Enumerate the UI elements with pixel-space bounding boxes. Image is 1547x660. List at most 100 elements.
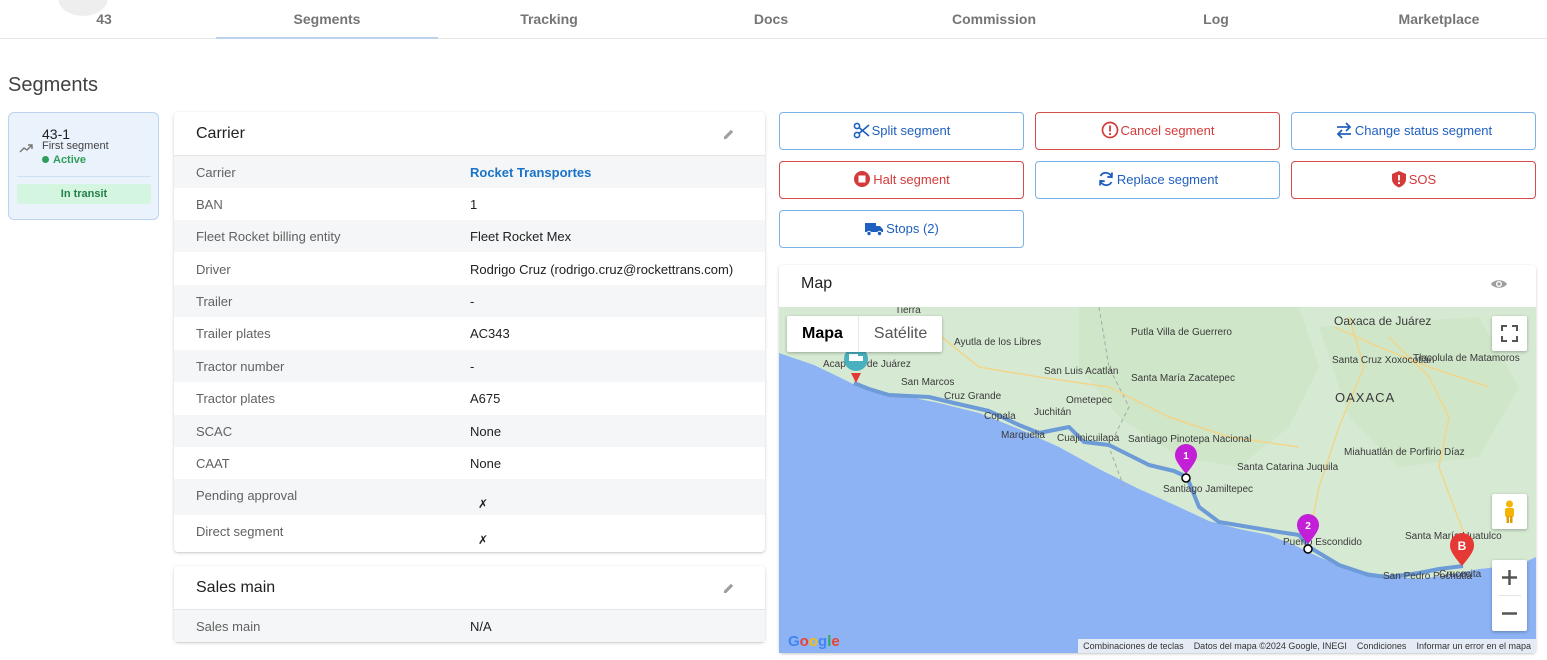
field-value: Rodrigo Cruz (rodrigo.cruz@rockettrans.c… bbox=[470, 262, 734, 277]
tab-tracking[interactable]: Tracking bbox=[438, 0, 660, 39]
cross-icon: ✗ bbox=[478, 497, 489, 511]
field-row-caat: CAAT None bbox=[174, 447, 765, 479]
field-label: Carrier bbox=[196, 165, 236, 180]
segment-subtitle: First segment bbox=[42, 140, 109, 152]
fullscreen-button[interactable] bbox=[1492, 316, 1527, 351]
field-value: N/A bbox=[470, 619, 492, 634]
pencil-icon[interactable] bbox=[723, 128, 735, 140]
pegman-icon bbox=[1505, 500, 1514, 523]
map-label: Santa Catarina Juquila bbox=[1237, 462, 1339, 473]
cancel-segment-button[interactable]: Cancel segment bbox=[1035, 112, 1280, 150]
route-map[interactable]: Tierra Ayutla de los Libres Putla Villa … bbox=[779, 307, 1536, 653]
map-canvas: Tierra Ayutla de los Libres Putla Villa … bbox=[779, 307, 1536, 582]
field-label: Tractor plates bbox=[196, 391, 275, 406]
svg-text:2: 2 bbox=[1305, 521, 1311, 532]
map-type-toggle: Mapa Satélite bbox=[787, 316, 943, 352]
map-type-map-button[interactable]: Mapa bbox=[787, 316, 858, 352]
stop-circle-icon bbox=[854, 171, 871, 187]
page-title: Segments bbox=[8, 74, 99, 96]
stops-button[interactable]: Stops (2) bbox=[779, 210, 1024, 248]
map-panel-title: Map bbox=[801, 275, 833, 292]
map-label: Ayutla de los Libres bbox=[954, 337, 1041, 348]
field-label: Pending approval bbox=[196, 488, 298, 503]
map-label: Ometepec bbox=[1066, 395, 1112, 406]
map-label: Tierra bbox=[895, 307, 921, 316]
field-label: Trailer plates bbox=[196, 326, 271, 341]
field-value: AC343 bbox=[470, 326, 510, 341]
field-row-direct-segment: Direct segment ✗ bbox=[174, 515, 765, 551]
replace-segment-label: Replace segment bbox=[1116, 172, 1219, 187]
pencil-icon[interactable] bbox=[723, 582, 735, 594]
field-row-billing-entity: Fleet Rocket billing entity Fleet Rocket… bbox=[174, 220, 765, 252]
field-label: Direct segment bbox=[196, 524, 284, 539]
tab-docs[interactable]: Docs bbox=[660, 0, 882, 39]
field-label: Tractor number bbox=[196, 359, 285, 374]
field-row-trailer-plates: Trailer plates AC343 bbox=[174, 317, 765, 349]
field-label: Sales main bbox=[196, 619, 261, 634]
field-label: Driver bbox=[196, 262, 231, 277]
terms-link[interactable]: Condiciones bbox=[1352, 641, 1412, 651]
carrier-panel-title: Carrier bbox=[196, 125, 245, 142]
field-row-carrier: Carrier Rocket Transportes bbox=[174, 156, 765, 188]
map-label: Cruz Grande bbox=[944, 391, 1002, 402]
top-tabs: 43 Segments Tracking Docs Commission Log… bbox=[0, 0, 1547, 39]
street-view-button[interactable] bbox=[1492, 494, 1527, 529]
tab-segments[interactable]: Segments bbox=[216, 0, 438, 39]
field-row-pending-approval: Pending approval ✗ bbox=[174, 479, 765, 515]
field-label: BAN bbox=[196, 197, 223, 212]
map-label: San Luis Acatlán bbox=[1044, 366, 1119, 377]
segment-divider bbox=[17, 176, 151, 177]
svg-text:B: B bbox=[1458, 539, 1467, 553]
map-label: Putla Villa de Guerrero bbox=[1131, 327, 1232, 338]
report-error-link[interactable]: Informar un error en el mapa bbox=[1411, 641, 1536, 651]
change-status-label: Change status segment bbox=[1354, 123, 1493, 138]
map-label: Puerto Escondido bbox=[1283, 537, 1362, 548]
map-type-satellite-button[interactable]: Satélite bbox=[857, 316, 942, 352]
map-label: Crucecita bbox=[1439, 569, 1482, 580]
zoom-in-button[interactable] bbox=[1492, 560, 1527, 595]
sos-button[interactable]: SOS bbox=[1291, 161, 1536, 199]
svg-text:1: 1 bbox=[1183, 451, 1189, 462]
keyboard-shortcuts-link[interactable]: Combinaciones de teclas bbox=[1078, 641, 1189, 651]
map-label: Miahuatlán de Porfirio Díaz bbox=[1344, 447, 1465, 458]
segment-status: Active bbox=[42, 154, 86, 166]
tab-order[interactable]: 43 bbox=[0, 0, 215, 39]
field-row-sales-main: Sales main N/A bbox=[174, 610, 765, 642]
replace-segment-button[interactable]: Replace segment bbox=[1035, 161, 1280, 199]
fullscreen-icon bbox=[1501, 325, 1518, 342]
map-label: Cuajinicuilapa bbox=[1057, 433, 1120, 444]
cancel-segment-label: Cancel segment bbox=[1120, 123, 1215, 138]
cross-icon: ✗ bbox=[478, 533, 489, 547]
map-label: OAXACA bbox=[1335, 390, 1395, 405]
google-logo: Google bbox=[788, 633, 840, 650]
map-label: Santa María Zacatepec bbox=[1131, 373, 1235, 384]
refresh-icon bbox=[1099, 171, 1113, 187]
tab-log[interactable]: Log bbox=[1105, 0, 1327, 39]
tab-marketplace[interactable]: Marketplace bbox=[1328, 0, 1547, 39]
field-value: 1 bbox=[470, 197, 478, 212]
segment-card[interactable]: 43-1 First segment Active In transit bbox=[8, 112, 159, 220]
field-value: None bbox=[470, 424, 502, 439]
truck-icon bbox=[865, 223, 884, 237]
segment-status-label: Active bbox=[53, 154, 87, 166]
zoom-out-button[interactable] bbox=[1492, 596, 1527, 631]
scissors-icon bbox=[853, 122, 870, 139]
carrier-panel: Carrier Carrier Rocket Transportes BAN 1… bbox=[174, 112, 765, 552]
map-label: San Marcos bbox=[901, 377, 954, 388]
alert-circle-icon bbox=[1101, 121, 1118, 139]
carrier-link[interactable]: Rocket Transportes bbox=[470, 165, 591, 180]
map-label: Santiago Pinotepa Nacional bbox=[1128, 434, 1251, 445]
field-value: None bbox=[470, 456, 502, 471]
split-segment-button[interactable]: Split segment bbox=[779, 112, 1024, 150]
map-label: Marquelia bbox=[1001, 430, 1045, 441]
field-row-trailer: Trailer - bbox=[174, 285, 765, 317]
tab-commission[interactable]: Commission bbox=[883, 0, 1105, 39]
change-status-segment-button[interactable]: Change status segment bbox=[1291, 112, 1536, 150]
trending-icon bbox=[19, 144, 33, 153]
field-row-tractor-plates: Tractor plates A675 bbox=[174, 382, 765, 414]
field-label: Fleet Rocket billing entity bbox=[196, 229, 341, 244]
sos-label: SOS bbox=[1408, 172, 1437, 187]
stops-label: Stops (2) bbox=[886, 221, 939, 236]
eye-icon[interactable] bbox=[1490, 277, 1508, 291]
halt-segment-button[interactable]: Halt segment bbox=[779, 161, 1024, 199]
